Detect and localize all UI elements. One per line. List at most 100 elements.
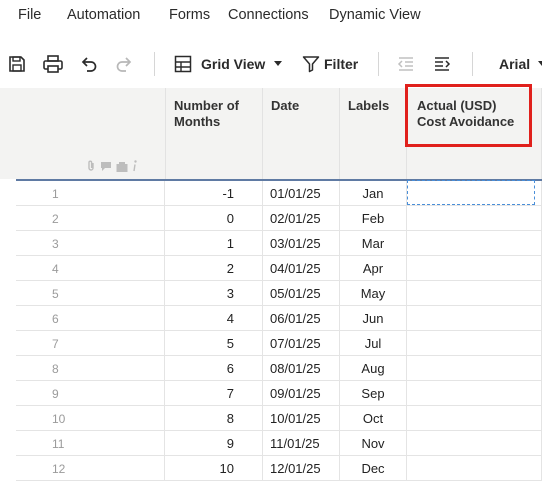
row-number[interactable]: 3 [16,231,165,256]
cell-date[interactable]: 05/01/25 [263,281,340,306]
cell-actual[interactable] [407,206,542,231]
cell-months[interactable]: 8 [165,406,263,431]
cell-actual[interactable] [407,456,542,481]
table-row[interactable]: 5 3 05/01/25 May [16,281,542,306]
cell-label[interactable]: Oct [340,406,407,431]
cell-date[interactable]: 09/01/25 [263,381,340,406]
table-row[interactable]: 7 5 07/01/25 Jul [16,331,542,356]
cell-actual[interactable] [407,431,542,456]
table-row[interactable]: 8 6 08/01/25 Aug [16,356,542,381]
cell-actual[interactable] [407,356,542,381]
cell-date[interactable]: 03/01/25 [263,231,340,256]
table-row[interactable]: 9 7 09/01/25 Sep [16,381,542,406]
cell-label[interactable]: Nov [340,431,407,456]
cell-months[interactable]: 7 [165,381,263,406]
row-number[interactable]: 9 [16,381,165,406]
grid-icon [174,55,192,73]
row-number[interactable]: 1 [16,181,165,206]
cell-actual[interactable] [407,331,542,356]
cell-months[interactable]: 4 [165,306,263,331]
column-highlight-box [405,84,532,147]
cell-date[interactable]: 10/01/25 [263,406,340,431]
undo-button[interactable] [79,44,99,84]
cell-actual[interactable] [407,306,542,331]
table-row[interactable]: 4 2 04/01/25 Apr [16,256,542,281]
cell-label[interactable]: Jul [340,331,407,356]
cell-date[interactable]: 01/01/25 [263,181,340,206]
cell-label[interactable]: Mar [340,231,407,256]
toolbar: Grid View Filter Arial [0,44,542,84]
sheet-grid: Number of Months Date Labels Actual (USD… [0,88,542,482]
cell-months[interactable]: 0 [165,206,263,231]
save-button[interactable] [7,44,27,84]
cell-actual[interactable] [407,281,542,306]
table-row[interactable]: 12 10 12/01/25 Dec [16,456,542,481]
toolbar-divider [472,52,473,76]
grid-view-button[interactable]: Grid View [174,44,283,84]
cell-months[interactable]: -1 [165,181,263,206]
row-number[interactable]: 4 [16,256,165,281]
row-number[interactable]: 2 [16,206,165,231]
cell-months[interactable]: 6 [165,356,263,381]
row-number[interactable]: 12 [16,456,165,481]
font-select[interactable]: Arial [499,44,542,84]
save-icon [9,56,25,72]
row-number[interactable]: 8 [16,356,165,381]
menu-dynamic-view[interactable]: Dynamic View [329,7,421,23]
cell-label[interactable]: Jun [340,306,407,331]
row-number[interactable]: 10 [16,406,165,431]
menu-bar: File Automation Forms Connections Dynami… [0,0,542,32]
print-button[interactable] [42,44,64,84]
column-header-label: Labels [348,98,390,113]
outdent-button[interactable] [397,44,415,84]
undo-icon [81,57,97,72]
indent-button[interactable] [433,44,451,84]
cell-months[interactable]: 9 [165,431,263,456]
cell-label[interactable]: Sep [340,381,407,406]
cell-actual[interactable] [407,231,542,256]
filter-icon [302,56,320,73]
menu-forms[interactable]: Forms [169,7,210,23]
cell-date[interactable]: 08/01/25 [263,356,340,381]
table-row[interactable]: 10 8 10/01/25 Oct [16,406,542,431]
menu-file[interactable]: File [18,7,41,23]
table-row[interactable]: 2 0 02/01/25 Feb [16,206,542,231]
redo-button[interactable] [114,44,134,84]
row-number[interactable]: 11 [16,431,165,456]
cell-date[interactable]: 07/01/25 [263,331,340,356]
cell-label[interactable]: Feb [340,206,407,231]
row-number[interactable]: 7 [16,331,165,356]
cell-date[interactable]: 11/01/25 [263,431,340,456]
cell-actual[interactable] [407,256,542,281]
row-number[interactable]: 6 [16,306,165,331]
column-header-date[interactable]: Date [263,88,340,179]
indent-icon [435,57,451,71]
cell-date[interactable]: 02/01/25 [263,206,340,231]
cell-label[interactable]: Apr [340,256,407,281]
cell-label[interactable]: May [340,281,407,306]
cell-months[interactable]: 2 [165,256,263,281]
cell-label[interactable]: Aug [340,356,407,381]
row-number[interactable]: 5 [16,281,165,306]
cell-actual[interactable] [407,406,542,431]
cell-months[interactable]: 5 [165,331,263,356]
selected-cell[interactable] [407,180,535,205]
table-row[interactable]: 6 4 06/01/25 Jun [16,306,542,331]
cell-months[interactable]: 3 [165,281,263,306]
cell-months[interactable]: 10 [165,456,263,481]
cell-label[interactable]: Dec [340,456,407,481]
cell-date[interactable]: 12/01/25 [263,456,340,481]
comment-icon [100,160,112,176]
filter-button[interactable]: Filter [302,44,358,84]
column-header-labels[interactable]: Labels [340,88,407,179]
cell-label[interactable]: Jan [340,181,407,206]
column-header-months[interactable]: Number of Months [166,88,263,179]
table-row[interactable]: 3 1 03/01/25 Mar [16,231,542,256]
table-row[interactable]: 11 9 11/01/25 Nov [16,431,542,456]
cell-actual[interactable] [407,381,542,406]
menu-automation[interactable]: Automation [67,7,140,23]
cell-date[interactable]: 04/01/25 [263,256,340,281]
cell-date[interactable]: 06/01/25 [263,306,340,331]
menu-connections[interactable]: Connections [228,7,309,23]
cell-months[interactable]: 1 [165,231,263,256]
